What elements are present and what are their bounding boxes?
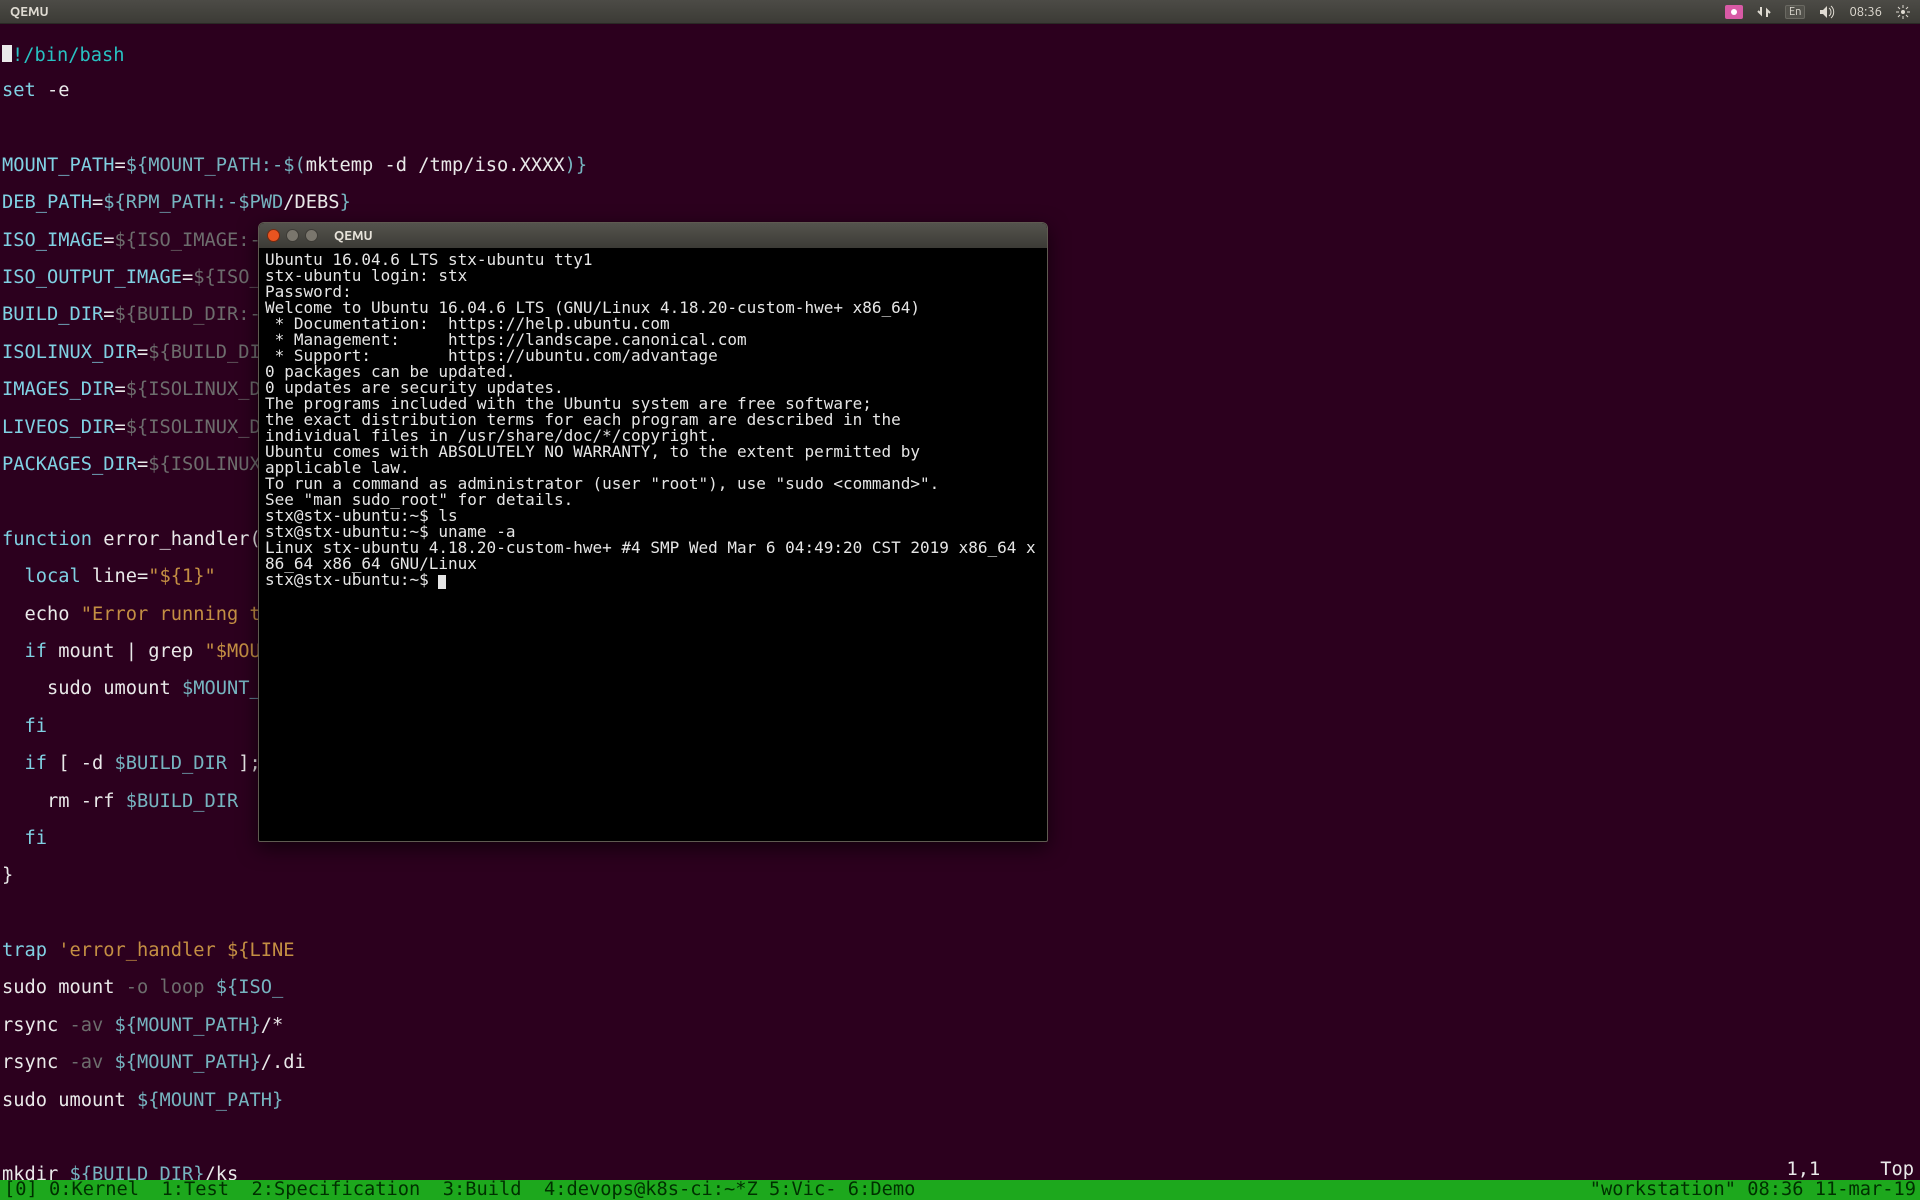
- qemu-terminal-line: Linux stx-ubuntu 4.18.20-custom-hwe+ #4 …: [265, 540, 1041, 572]
- tmux-status-right: "workstation" 08:36 11-mar-19: [1590, 1180, 1916, 1200]
- qemu-terminal-line: stx-ubuntu login: stx: [265, 268, 1041, 284]
- vim-scroll-location: Top: [1880, 1161, 1914, 1180]
- network-icon[interactable]: [1757, 5, 1771, 19]
- qemu-titlebar[interactable]: QEMU: [259, 223, 1047, 248]
- system-tray: En 08:36: [1725, 5, 1920, 19]
- tmux-status-bar[interactable]: [0] 0:Kernel 1:Test 2:Specification 3:Bu…: [0, 1180, 1920, 1200]
- keyboard-layout-indicator[interactable]: En: [1785, 5, 1805, 19]
- volume-icon[interactable]: [1819, 5, 1835, 19]
- window-minimize-button[interactable]: [286, 229, 299, 242]
- screen-recorder-icon[interactable]: [1725, 5, 1743, 19]
- qemu-cursor: [438, 575, 446, 589]
- qemu-window[interactable]: QEMU Ubuntu 16.04.6 LTS stx-ubuntu tty1s…: [258, 222, 1048, 842]
- vim-cursor: [2, 45, 12, 62]
- top-panel: QEMU En 08:36: [0, 0, 1920, 24]
- active-app-title: QEMU: [0, 5, 59, 19]
- qemu-terminal[interactable]: Ubuntu 16.04.6 LTS stx-ubuntu tty1stx-ub…: [259, 248, 1047, 593]
- qemu-window-title: QEMU: [334, 229, 373, 243]
- vim-cursor-position: 1,1: [1786, 1161, 1820, 1180]
- window-close-button[interactable]: [267, 229, 280, 242]
- vim-status-line: 1,1 Top: [0, 1161, 1920, 1180]
- tmux-windows-list[interactable]: [0] 0:Kernel 1:Test 2:Specification 3:Bu…: [4, 1180, 915, 1200]
- window-maximize-button[interactable]: [305, 229, 318, 242]
- qemu-terminal-line: stx@stx-ubuntu:~$: [265, 572, 1041, 589]
- settings-gear-icon[interactable]: [1896, 5, 1910, 19]
- clock[interactable]: 08:36: [1849, 5, 1882, 19]
